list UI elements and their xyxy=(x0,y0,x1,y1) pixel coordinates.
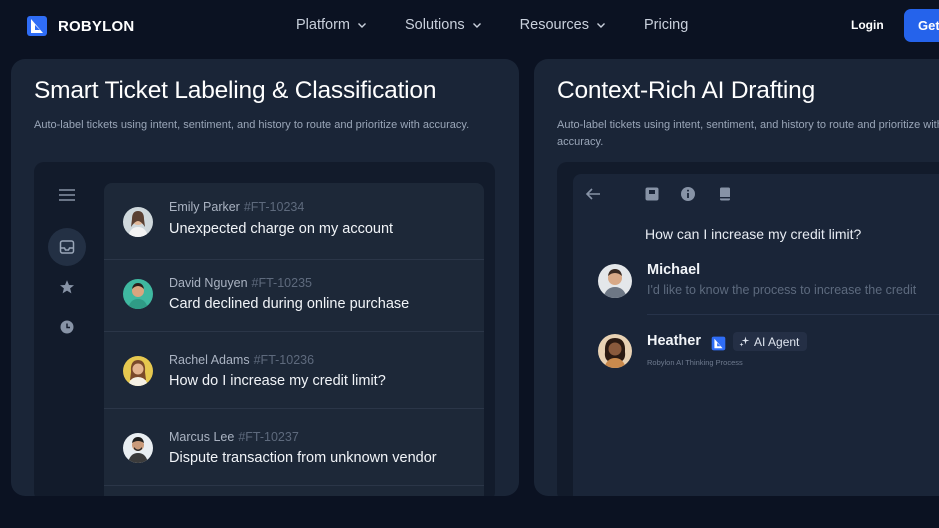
ticket-row[interactable]: Marcus Lee #FT-10237 Dispute transaction … xyxy=(104,409,484,486)
inbox-icon[interactable] xyxy=(48,228,86,266)
chat-panel: How can I increase my credit limit? Mich… xyxy=(573,174,939,496)
drafting-app-mockup: How can I increase my credit limit? Mich… xyxy=(557,162,939,496)
brand-logo[interactable]: ROBYLON xyxy=(26,15,134,37)
feature-card-labeling: Smart Ticket Labeling & Classification A… xyxy=(11,59,519,496)
ticket-subject: Card declined during online purchase xyxy=(169,296,410,312)
ticket-id: #FT-10236 xyxy=(253,353,315,367)
nav-solutions[interactable]: Solutions xyxy=(405,17,482,33)
ticket-customer-name: Rachel Adams xyxy=(169,353,250,367)
card-description: Auto-label tickets using intent, sentime… xyxy=(557,119,939,148)
login-link[interactable]: Login xyxy=(851,18,884,32)
ticket-customer-name: Emily Parker xyxy=(169,200,240,214)
chevron-down-icon xyxy=(596,23,605,28)
nav-platform-label: Platform xyxy=(296,17,350,33)
ticket-row[interactable]: Emily Parker #FT-10234 Unexpected charge … xyxy=(104,183,484,260)
avatar xyxy=(123,207,153,237)
ticket-id: #FT-10237 xyxy=(238,430,299,444)
card-description: Auto-label tickets using intent, sentime… xyxy=(34,119,470,131)
customer-message: I'd like to know the process to increase… xyxy=(647,283,917,297)
ticket-row[interactable]: Rachel Adams #FT-10236 How do I increase … xyxy=(104,332,484,409)
agent-name: Heather xyxy=(647,333,701,349)
menu-icon[interactable] xyxy=(48,176,86,214)
avatar xyxy=(123,356,153,386)
nav-pricing[interactable]: Pricing xyxy=(644,17,688,33)
card-title: Context-Rich AI Drafting xyxy=(557,77,816,104)
sparkle-icon xyxy=(739,336,750,347)
ticket-list: Emily Parker #FT-10234 Unexpected charge … xyxy=(104,183,484,496)
nav-platform[interactable]: Platform xyxy=(296,17,367,33)
card-title: Smart Ticket Labeling & Classification xyxy=(34,77,437,104)
avatar xyxy=(123,279,153,309)
feature-card-drafting: Context-Rich AI Drafting Auto-label tick… xyxy=(534,59,939,496)
top-navbar: ROBYLON Platform Solutions Resources Pri… xyxy=(0,0,939,52)
divider xyxy=(647,314,939,315)
ai-agent-badge-label: AI Agent xyxy=(754,334,800,349)
robylon-logo-icon xyxy=(711,336,726,351)
clock-icon[interactable] xyxy=(48,308,86,346)
nav-resources[interactable]: Resources xyxy=(520,17,606,33)
nav-pricing-label: Pricing xyxy=(643,17,689,33)
customer-question: How can I increase my credit limit? xyxy=(645,226,862,242)
ticket-subject: Dispute transaction from unknown vendor xyxy=(169,450,437,466)
thinking-status: Robylon AI Thinking Process xyxy=(647,358,743,367)
star-icon[interactable] xyxy=(48,268,86,306)
ticket-customer-name: Marcus Lee xyxy=(169,430,235,444)
ticket-subject: Unexpected charge on my account xyxy=(169,221,394,237)
chevron-down-icon xyxy=(472,23,481,28)
back-arrow-icon[interactable] xyxy=(585,186,601,202)
ticket-id: #FT-10235 xyxy=(251,276,312,290)
customer-name: Michael xyxy=(647,262,701,278)
ticket-row[interactable]: David Nguyen #FT-10235 Card declined duri… xyxy=(104,255,484,332)
ticket-subject: How do I increase my credit limit? xyxy=(169,373,386,389)
ticket-app-mockup: Emily Parker #FT-10234 Unexpected charge … xyxy=(34,162,495,496)
avatar xyxy=(598,264,632,298)
avatar xyxy=(123,433,153,463)
robylon-logo-icon xyxy=(27,16,47,36)
chevron-down-icon xyxy=(358,23,366,28)
ticket-customer-name: David Nguyen xyxy=(169,276,248,290)
get-started-button[interactable]: Get xyxy=(904,9,939,42)
save-icon[interactable] xyxy=(644,186,660,202)
nav-solutions-label: Solutions xyxy=(405,17,465,33)
document-icon[interactable] xyxy=(717,186,733,202)
ai-agent-badge: AI Agent xyxy=(733,332,808,351)
brand-name: ROBYLON xyxy=(58,17,135,35)
avatar xyxy=(598,334,632,368)
ticket-id: #FT-10234 xyxy=(243,200,305,214)
nav-resources-label: Resources xyxy=(519,17,589,33)
info-icon[interactable] xyxy=(680,186,696,202)
